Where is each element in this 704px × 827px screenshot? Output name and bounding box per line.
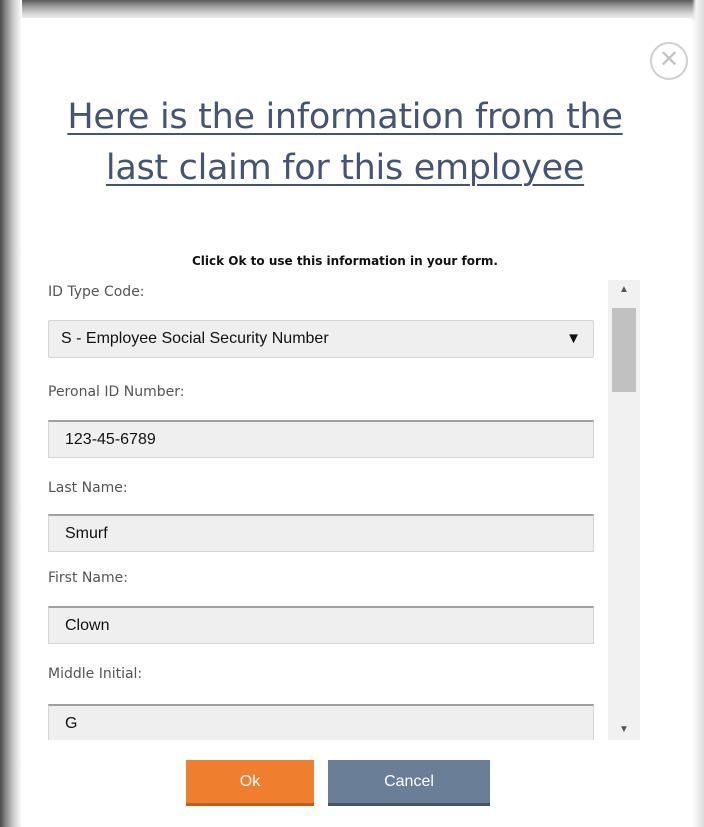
personal-id-label: Peronal ID Number: <box>48 384 185 400</box>
dialog-subtitle: Click Ok to use this information in your… <box>192 254 498 268</box>
middle-initial-label: Middle Initial: <box>48 666 143 682</box>
personal-id-field[interactable]: 123-45-6789 <box>48 420 594 458</box>
first-name-label: First Name: <box>48 570 128 586</box>
cancel-button[interactable]: Cancel <box>328 760 490 806</box>
last-name-label: Last Name: <box>48 480 128 496</box>
chevron-down-icon: ▼ <box>566 330 581 347</box>
claim-form: ID Type Code: S - Employee Social Securi… <box>48 280 596 740</box>
scroll-thumb[interactable] <box>612 308 636 392</box>
scroll-down-arrow-icon[interactable]: ▼ <box>608 720 640 740</box>
id-type-value: S - Employee Social Security Number <box>61 330 329 347</box>
window-shadow-right <box>692 0 704 827</box>
id-type-label: ID Type Code: <box>48 284 145 300</box>
close-icon[interactable]: ✕ <box>650 42 688 80</box>
middle-initial-field[interactable]: G <box>48 704 594 740</box>
scroll-up-arrow-icon[interactable]: ▲ <box>608 280 640 300</box>
id-type-select[interactable]: S - Employee Social Security Number ▼ <box>48 320 594 358</box>
ok-button[interactable]: Ok <box>186 760 314 806</box>
last-name-field[interactable]: Smurf <box>48 514 594 552</box>
form-scrollbar[interactable]: ▲ ▼ <box>608 280 640 740</box>
dialog-title: Here is the information from the last cl… <box>67 97 623 188</box>
window-shadow-left <box>0 0 22 827</box>
first-name-field[interactable]: Clown <box>48 606 594 644</box>
